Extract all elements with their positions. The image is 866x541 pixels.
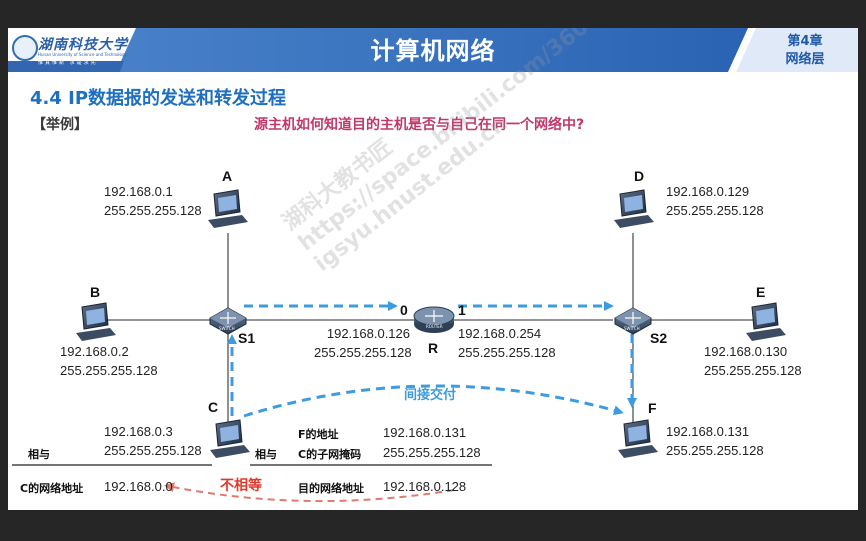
host-c-ip: 192.168.0.3	[104, 424, 173, 439]
left-and-label: 相与	[28, 448, 50, 461]
host-b-ip: 192.168.0.2	[60, 344, 129, 359]
router-iface-1-address: 192.168.0.254 255.255.255.128	[458, 324, 556, 362]
host-c-mask: 255.255.255.128	[104, 443, 202, 458]
right-and-label: 相与	[255, 448, 277, 461]
router-iface-0-mask: 255.255.255.128	[314, 345, 412, 360]
c-mask-value: 255.255.255.128	[383, 445, 481, 460]
router-iface-1-mask: 255.255.255.128	[458, 345, 556, 360]
switch-s2-icon: SWITCH	[614, 307, 652, 335]
switch-s2-label: S2	[650, 330, 668, 346]
computer-d-icon	[614, 189, 654, 228]
dest-network-label: 目的网络地址	[298, 482, 364, 495]
f-address-value: 192.168.0.131	[383, 425, 467, 440]
host-d-label: D	[634, 168, 645, 184]
host-a-address: 192.168.0.1 255.255.255.128	[104, 182, 202, 220]
host-d-mask: 255.255.255.128	[666, 203, 764, 218]
host-a-mask: 255.255.255.128	[104, 203, 202, 218]
host-f-ip: 192.168.0.131	[666, 424, 750, 439]
computer-a-icon	[208, 189, 248, 228]
host-f-mask: 255.255.255.128	[666, 443, 764, 458]
host-a-label: A	[222, 168, 233, 184]
router-iface-0-address: 192.168.0.126 255.255.255.128	[314, 324, 412, 362]
host-a-ip: 192.168.0.1	[104, 184, 173, 199]
router-caption: ROUTER	[426, 324, 443, 329]
host-e-label: E	[756, 284, 766, 300]
host-e-mask: 255.255.255.128	[704, 363, 802, 378]
f-address-label: F的地址	[298, 428, 339, 441]
host-c-label: C	[208, 399, 219, 415]
host-c-address: 192.168.0.3 255.255.255.128	[104, 422, 202, 460]
computer-f-icon	[618, 419, 658, 458]
indirect-delivery-label: 间接交付	[404, 388, 457, 403]
switch-s1-caption: SWITCH	[219, 326, 235, 331]
router-iface-1: 1	[458, 302, 466, 318]
c-network-label: C的网络地址	[20, 482, 84, 495]
host-b-address: 192.168.0.2 255.255.255.128	[60, 342, 158, 380]
computer-b-icon	[76, 302, 116, 341]
host-b-mask: 255.255.255.128	[60, 363, 158, 378]
host-b-label: B	[90, 284, 101, 300]
host-e-address: 192.168.0.130 255.255.255.128	[704, 342, 802, 380]
slide: 湖南科技大学 Hunan University of Science and T…	[8, 28, 858, 510]
host-f-label: F	[648, 400, 657, 416]
router-iface-0-ip: 192.168.0.126	[326, 326, 410, 341]
host-d-ip: 192.168.0.129	[666, 184, 750, 199]
router-iface-1-ip: 192.168.0.254	[458, 326, 542, 341]
c-network-value: 192.168.0.0	[104, 479, 173, 494]
computer-e-icon	[746, 302, 786, 341]
host-d-address: 192.168.0.129 255.255.255.128	[666, 182, 764, 220]
c-mask-label: C的子网掩码	[298, 448, 362, 461]
host-f-address: 192.168.0.131 255.255.255.128	[666, 422, 764, 460]
router-iface-0: 0	[400, 302, 408, 318]
dest-network-value: 192.168.0.128	[383, 479, 467, 494]
switch-s1-label: S1	[238, 330, 256, 346]
switch-s2-caption: SWITCH	[624, 326, 640, 331]
router-icon: ROUTER	[413, 306, 455, 333]
computer-c-icon	[210, 419, 250, 458]
host-e-ip: 192.168.0.130	[704, 344, 788, 359]
router-label: R	[428, 340, 439, 356]
not-equal-label: 不相等	[220, 478, 262, 494]
